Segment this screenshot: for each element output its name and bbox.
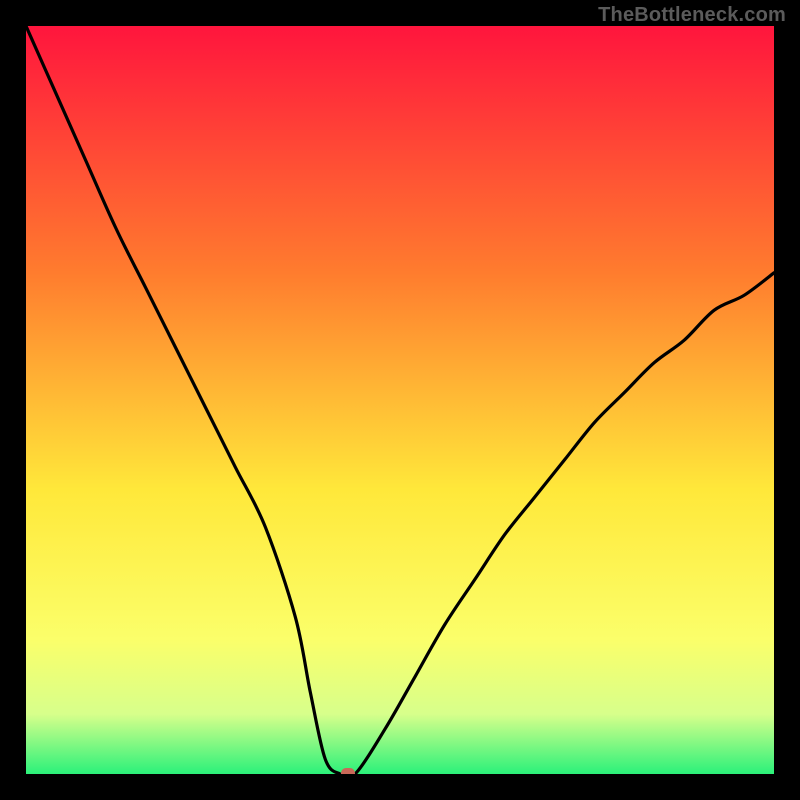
chart-svg	[26, 26, 774, 774]
plot-area	[26, 26, 774, 774]
chart-frame: TheBottleneck.com	[0, 0, 800, 800]
optimal-point-marker	[341, 768, 355, 774]
gradient-background	[26, 26, 774, 774]
watermark-label: TheBottleneck.com	[598, 4, 786, 27]
